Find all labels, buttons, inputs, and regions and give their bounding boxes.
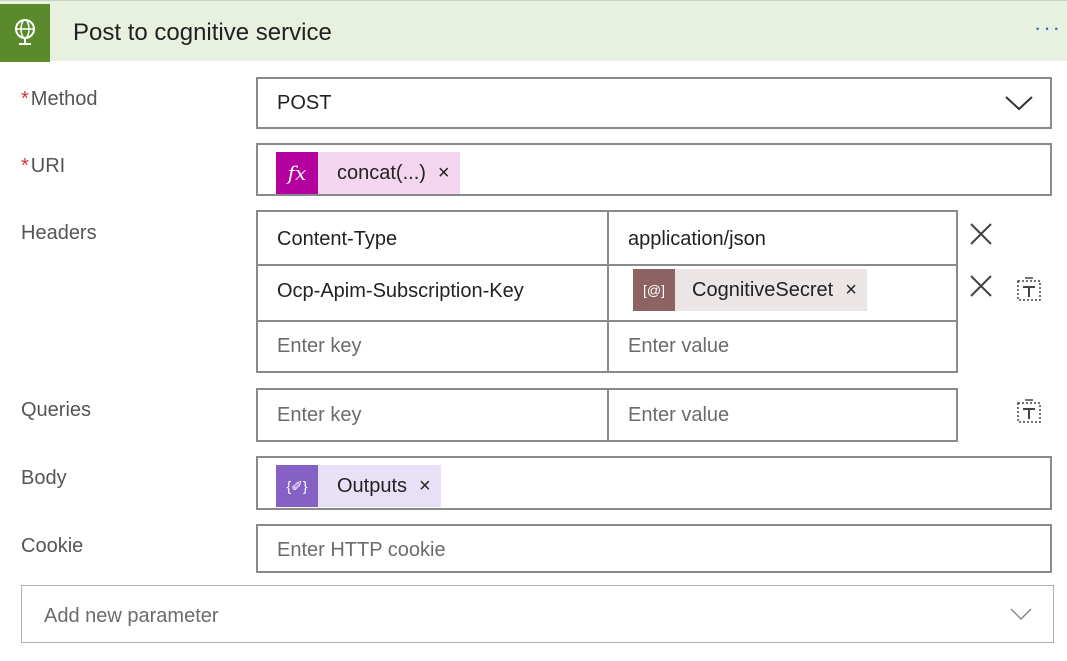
- headers-table: Content-Type application/json Ocp-Apim-S…: [256, 210, 958, 373]
- remove-token-button[interactable]: ×: [419, 475, 431, 498]
- method-dropdown[interactable]: POST: [256, 77, 1052, 129]
- header-key-input[interactable]: Enter key: [277, 335, 361, 358]
- query-value-input[interactable]: Enter value: [628, 404, 729, 427]
- chevron-down-icon: [1010, 608, 1032, 621]
- body-token[interactable]: {✐} Outputs ×: [276, 465, 441, 507]
- uri-label: * URI: [21, 155, 66, 177]
- token-label: Outputs: [337, 474, 408, 497]
- action-header[interactable]: Post to cognitive service ···: [0, 0, 1067, 62]
- cookie-placeholder: Enter HTTP cookie: [277, 539, 446, 561]
- delete-row-button[interactable]: [969, 274, 993, 298]
- parameter-icon: [@]: [633, 269, 675, 311]
- row-divider: [258, 320, 956, 322]
- more-options-button[interactable]: ···: [1034, 15, 1062, 41]
- required-mark: *: [21, 88, 29, 110]
- header-value-input[interactable]: application/json: [628, 228, 766, 251]
- remove-token-button[interactable]: ×: [845, 279, 857, 302]
- cookie-input[interactable]: Enter HTTP cookie: [256, 524, 1052, 573]
- add-parameter-placeholder: Add new parameter: [44, 605, 219, 627]
- queries-label: Queries: [21, 399, 92, 421]
- token-label: concat(...): [337, 161, 426, 184]
- method-label: * Method: [21, 88, 98, 110]
- body-field[interactable]: {✐} Outputs ×: [256, 456, 1052, 510]
- delete-row-button[interactable]: [969, 222, 993, 246]
- add-parameter-dropdown[interactable]: Add new parameter: [21, 585, 1054, 643]
- cookie-label: Cookie: [21, 535, 84, 557]
- switch-to-text-mode-icon[interactable]: [1016, 398, 1042, 424]
- header-key-input[interactable]: Ocp-Apim-Subscription-Key: [277, 280, 524, 303]
- token-label: CognitiveSecret: [692, 278, 834, 301]
- chevron-down-icon: [1005, 96, 1033, 111]
- remove-token-button[interactable]: ×: [438, 162, 450, 185]
- header-value-input[interactable]: Enter value: [628, 335, 729, 358]
- action-title: Post to cognitive service: [73, 19, 332, 46]
- queries-table: Enter key Enter value: [256, 388, 958, 442]
- method-value: POST: [277, 92, 332, 114]
- query-key-input[interactable]: Enter key: [277, 404, 361, 427]
- column-divider: [607, 212, 609, 371]
- uri-token[interactable]: fx concat(...) ×: [276, 152, 460, 194]
- globe-icon: [0, 4, 50, 62]
- body-label: Body: [21, 467, 67, 489]
- headers-label: Headers: [21, 222, 97, 244]
- function-icon: fx: [276, 152, 318, 194]
- header-key-input[interactable]: Content-Type: [277, 228, 397, 251]
- column-divider: [607, 390, 609, 440]
- header-value-token[interactable]: [@] CognitiveSecret ×: [633, 269, 867, 311]
- required-mark: *: [21, 155, 29, 177]
- compose-icon: {✐}: [276, 465, 318, 507]
- switch-to-text-mode-icon[interactable]: [1016, 276, 1042, 302]
- row-divider: [258, 264, 956, 266]
- uri-field[interactable]: fx concat(...) ×: [256, 143, 1052, 196]
